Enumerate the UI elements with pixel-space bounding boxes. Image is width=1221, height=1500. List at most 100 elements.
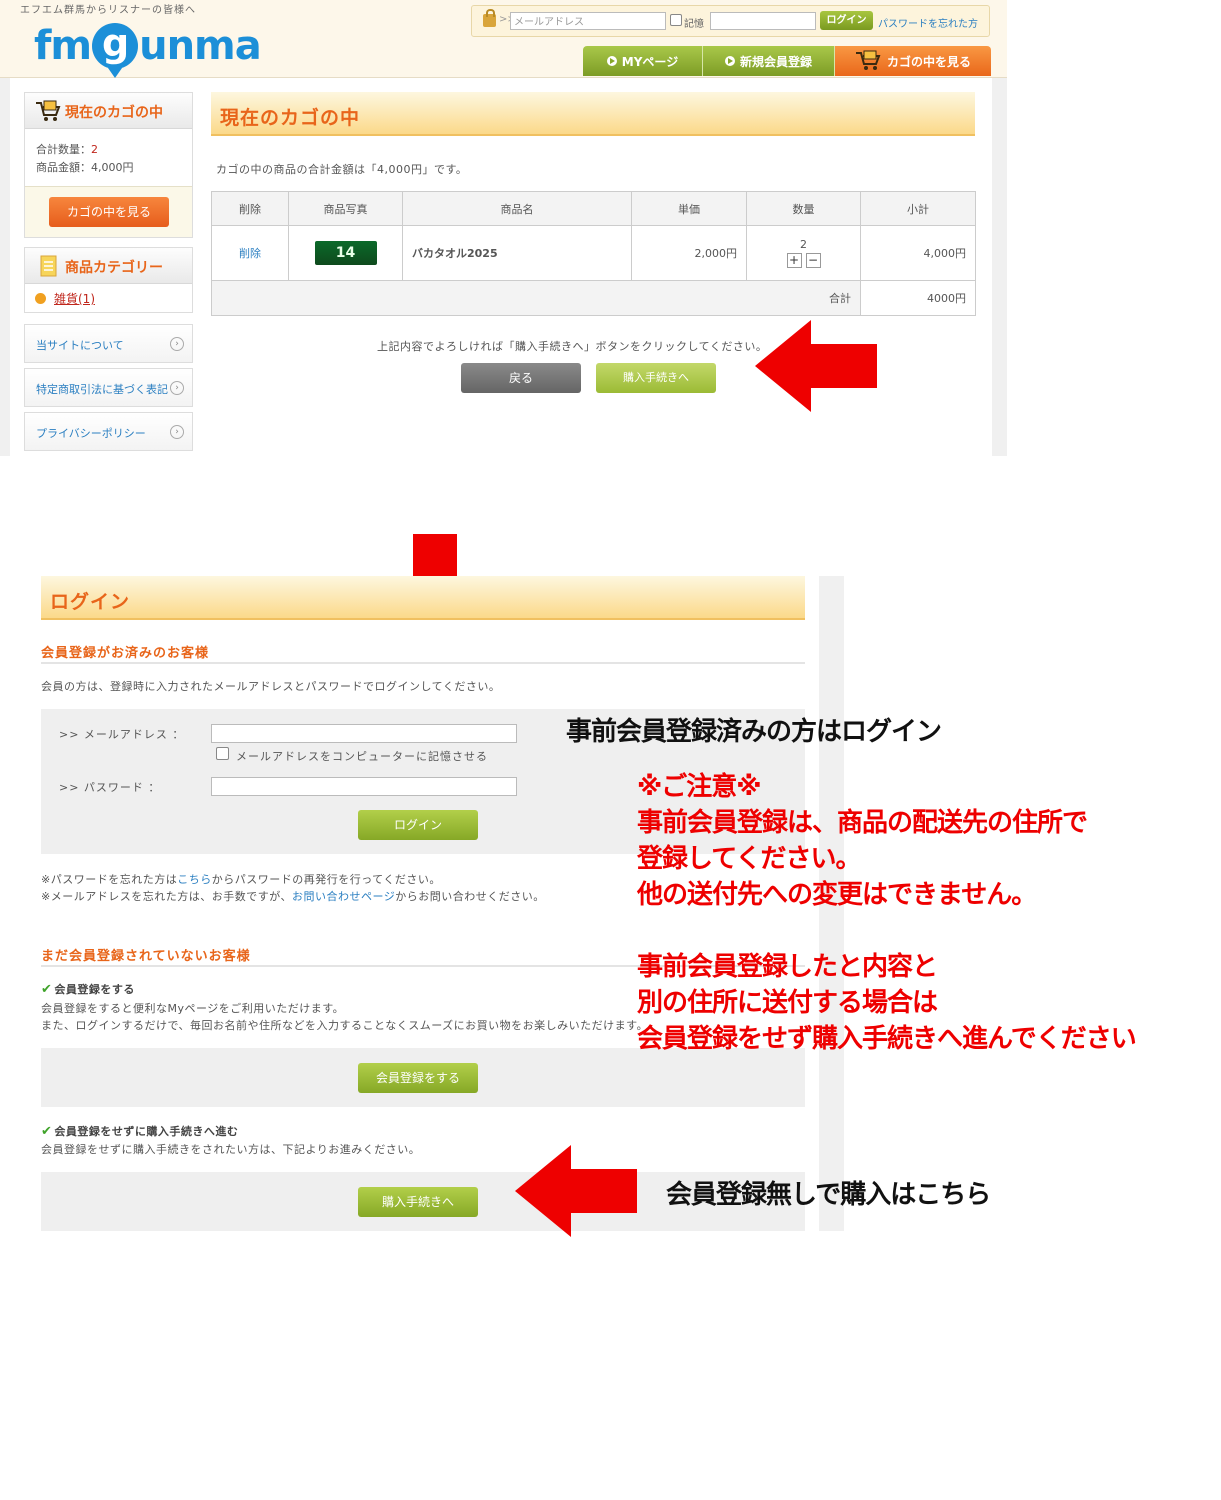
product-name: バカタオル2025: [402, 225, 632, 281]
fmgunma-logo[interactable]: fm g unma: [34, 18, 262, 78]
arrow-circle-icon: [606, 56, 617, 66]
logo-suffix: unma: [139, 23, 262, 69]
purchase-button[interactable]: 購入手続きへ: [596, 363, 716, 393]
lock-icon: [483, 9, 496, 27]
table-row: 削除 14 バカタオル2025 2,000円 2 + − 4,000円: [211, 225, 976, 281]
document-icon: [40, 255, 57, 277]
register-title: ✔ 会員登録をする: [41, 981, 135, 997]
delete-link[interactable]: 削除: [239, 247, 261, 260]
remember-email-label: メールアドレスをコンピューターに記憶させる: [236, 750, 488, 763]
confirm-message: 上記内容でよろしければ「購入手続きへ」ボタンをクリックしてください。: [377, 340, 768, 353]
guest-annotation: 会員登録無しで購入はこちら: [666, 1180, 991, 1210]
guest-heading: まだ会員登録されていないお客様: [41, 949, 251, 964]
remember-email-checkbox[interactable]: [216, 747, 229, 760]
contact-page-link[interactable]: お問い合わせページ: [292, 890, 395, 903]
header-password-input[interactable]: [710, 12, 816, 30]
member-section-header: 会員登録がお済みのお客様: [41, 634, 805, 664]
logo-g-mark: g: [92, 23, 139, 78]
header-login-box: >> メールアドレス 記憶 ログイン パスワードを忘れた方: [471, 5, 990, 37]
column-header: 商品写真: [288, 191, 403, 226]
cart-icon: [855, 50, 881, 70]
logo-prefix: fm: [34, 23, 92, 69]
login-button[interactable]: ログイン: [358, 810, 478, 840]
product-thumbnail: 14: [314, 241, 377, 265]
sidebar-link-label: プライバシーポリシー: [36, 427, 146, 440]
register-description: また、ログインするだけで、毎回お名前や住所などを入力することなくスムーズにお買い…: [41, 1019, 649, 1032]
email-label: >> メールアドレス ：: [59, 728, 185, 741]
guest-title-text: 会員登録をせずに購入手続きへ進む: [54, 1125, 239, 1138]
subtotal: 4,000円: [860, 225, 976, 281]
minus-icon[interactable]: −: [805, 253, 821, 268]
qty-value: 2: [91, 143, 98, 156]
plus-icon[interactable]: +: [786, 253, 802, 268]
caution-line: 別の住所に送付する場合は: [637, 988, 938, 1018]
sidebar: 現在のカゴの中 合計数量：2 商品金額：4,000円 カゴの中を見る 商品カテゴ…: [10, 78, 200, 456]
nav-mypage-label: MYページ: [621, 54, 679, 69]
sidebar-cart-header: 現在のカゴの中: [25, 93, 192, 129]
total-label: 合計: [211, 280, 861, 316]
sidebar-link-about[interactable]: 当サイトについて ›: [24, 324, 193, 363]
cart-page-header: 現在のカゴの中: [211, 92, 975, 136]
qty-label: 合計数量：: [36, 143, 91, 156]
member-heading: 会員登録がお済みのお客様: [41, 646, 210, 661]
global-nav: MYページ 新規会員登録 カゴの中を見る: [583, 46, 991, 76]
login-page-header: ログイン: [41, 576, 805, 620]
sidebar-link-label: 当サイトについて: [36, 339, 124, 352]
site-tagline: エフエム群馬からリスナーの皆様へ: [20, 5, 196, 16]
header-email-input[interactable]: メールアドレス: [510, 12, 666, 30]
caution-line: 事前会員登録は、商品の配送先の住所で: [637, 808, 1088, 838]
forgot-mail-text: からお問い合わせください。: [395, 890, 545, 903]
red-arrow-left-icon: [515, 1145, 637, 1237]
password-label: >> パスワード ：: [59, 781, 161, 794]
password-field[interactable]: [211, 777, 517, 796]
sidebar-category-header: 商品カテゴリー: [25, 248, 192, 284]
forgot-password-note: ※パスワードを忘れた方はこちらからパスワードの再発行を行ってください。: [41, 871, 441, 887]
header-remember-checkbox[interactable]: [670, 14, 682, 26]
forgot-mail-text: ※メールアドレスを忘れた方は、お手数ですが、: [41, 890, 292, 903]
sidebar-link-tokushoho[interactable]: 特定商取引法に基づく表記 ›: [24, 368, 193, 407]
column-header: 数量: [746, 191, 861, 226]
back-button[interactable]: 戻る: [461, 363, 581, 393]
page-title: 現在のカゴの中: [220, 107, 361, 129]
chevron-right-icon: ›: [170, 381, 184, 395]
sidebar-link-privacy[interactable]: プライバシーポリシー ›: [24, 412, 193, 451]
chevron-right-icon: ›: [170, 337, 184, 351]
caution-line: 会員登録をせず購入手続きへ進んでください: [637, 1024, 1137, 1054]
guest-description: 会員登録をせずに購入手続きをされたい方は、下記よりお進みください。: [41, 1143, 421, 1156]
sidebar-view-cart-button[interactable]: カゴの中を見る: [49, 197, 169, 227]
red-arrow-left-icon: [755, 320, 877, 412]
caution-line: 事前会員登録したと内容と: [637, 952, 938, 982]
category-item-zakka[interactable]: 雑貨(1): [35, 290, 95, 307]
nav-mypage-button[interactable]: MYページ: [583, 46, 703, 76]
category-item-label: 雑貨(1): [54, 292, 95, 306]
header-remember-label: 記憶: [684, 19, 704, 30]
nav-cart-label: カゴの中を見る: [886, 54, 971, 69]
sidebar-link-label: 特定商取引法に基づく表記: [36, 383, 168, 396]
forgot-password-link[interactable]: こちら: [177, 873, 212, 886]
table-header-row: 削除 商品写真 商品名 単価 数量 小計: [211, 191, 976, 226]
quantity-value: 2: [800, 238, 807, 251]
total-value: 4000円: [860, 280, 976, 316]
nav-cart-button[interactable]: カゴの中を見る: [835, 46, 991, 76]
email-field[interactable]: [211, 724, 517, 743]
sidebar-cart-info: 合計数量：2 商品金額：4,000円: [36, 141, 134, 177]
header-forgot-password-link[interactable]: パスワードを忘れた方: [878, 15, 978, 30]
forgot-pw-text: ※パスワードを忘れた方は: [41, 873, 178, 886]
cart-table: 削除 商品写真 商品名 単価 数量 小計 削除 14 バカタオル2025 2,0…: [211, 191, 976, 316]
nav-register-button[interactable]: 新規会員登録: [703, 46, 835, 76]
register-description: 会員登録をすると便利なMyページをご利用いただけます。: [41, 1002, 345, 1015]
guest-purchase-button[interactable]: 購入手続きへ: [358, 1187, 478, 1217]
sidebar-category-box: 商品カテゴリー 雑貨(1): [24, 247, 193, 313]
checkmark-icon: ✔: [41, 981, 53, 997]
sidebar-category-title: 商品カテゴリー: [65, 260, 163, 276]
unit-price: 2,000円: [631, 225, 747, 281]
register-title-text: 会員登録をする: [54, 983, 135, 996]
register-button[interactable]: 会員登録をする: [358, 1063, 478, 1093]
sidebar-cart-button-area: カゴの中を見る: [25, 186, 192, 237]
nav-register-label: 新規会員登録: [739, 54, 812, 69]
header-login-button[interactable]: ログイン: [820, 11, 873, 30]
caution-line: ※ご注意※: [637, 772, 762, 802]
cart-total-message: カゴの中の商品の合計金額は「4,000円」です。: [216, 163, 468, 176]
caution-line: [637, 913, 1136, 949]
caution-line: 他の送付先への変更はできません。: [637, 880, 1037, 910]
